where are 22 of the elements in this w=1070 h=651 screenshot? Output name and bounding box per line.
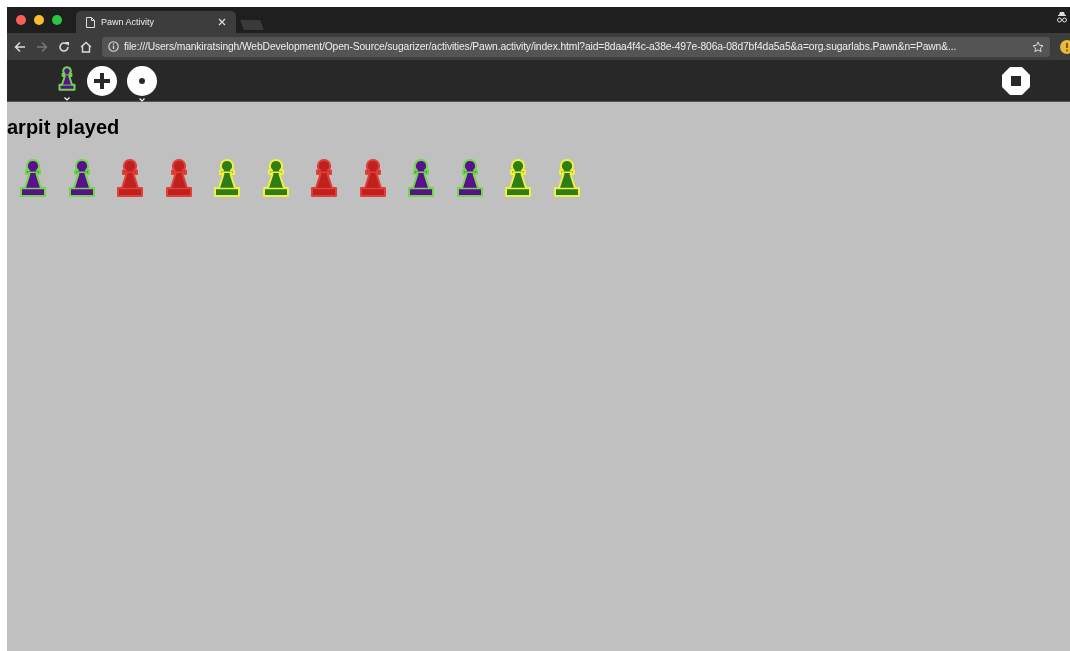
tab-title: Pawn Activity (101, 17, 156, 27)
back-icon[interactable] (14, 40, 26, 53)
address-bar[interactable]: file:///Users/mankiratsingh/WebDevelopment/Open-Source/sugarizer/activities/Pawn.activity/index.html?aid=8daa4f4c-a38e-497e-806a-08d7bf4da5a5&a=org.sugarlabs.Pawn&n=Pawn&... (102, 36, 1050, 57)
minimize-window-icon[interactable] (34, 15, 44, 25)
status-message: arpit played (7, 116, 121, 138)
network-icon[interactable] (127, 65, 157, 96)
document-icon (86, 16, 95, 28)
url-text: file:///Users/mankiratsingh/WebDevelopment/Open-Source/sugarizer/activities/Pawn.activity/index.html?aid=8daa4f4c-a38e-497e-806a-08d7bf4da5a5&a=org.sugarlabs.Pawn&n=Pawn&... (124, 41, 958, 52)
maximize-window-icon[interactable] (52, 15, 62, 25)
add-icon[interactable] (87, 65, 117, 96)
reload-icon[interactable] (58, 40, 70, 53)
close-window-icon[interactable] (16, 15, 26, 25)
stop-icon[interactable] (1001, 65, 1031, 96)
info-icon (108, 41, 119, 52)
incognito-icon[interactable] (1056, 10, 1068, 23)
warning-icon[interactable] (1060, 39, 1070, 54)
browser-tab[interactable]: Pawn Activity (76, 11, 236, 33)
star-icon[interactable] (1032, 40, 1044, 53)
caret-icon (64, 97, 70, 101)
caret-icon (139, 97, 145, 102)
close-icon[interactable] (218, 18, 226, 26)
home-icon[interactable] (80, 40, 92, 53)
